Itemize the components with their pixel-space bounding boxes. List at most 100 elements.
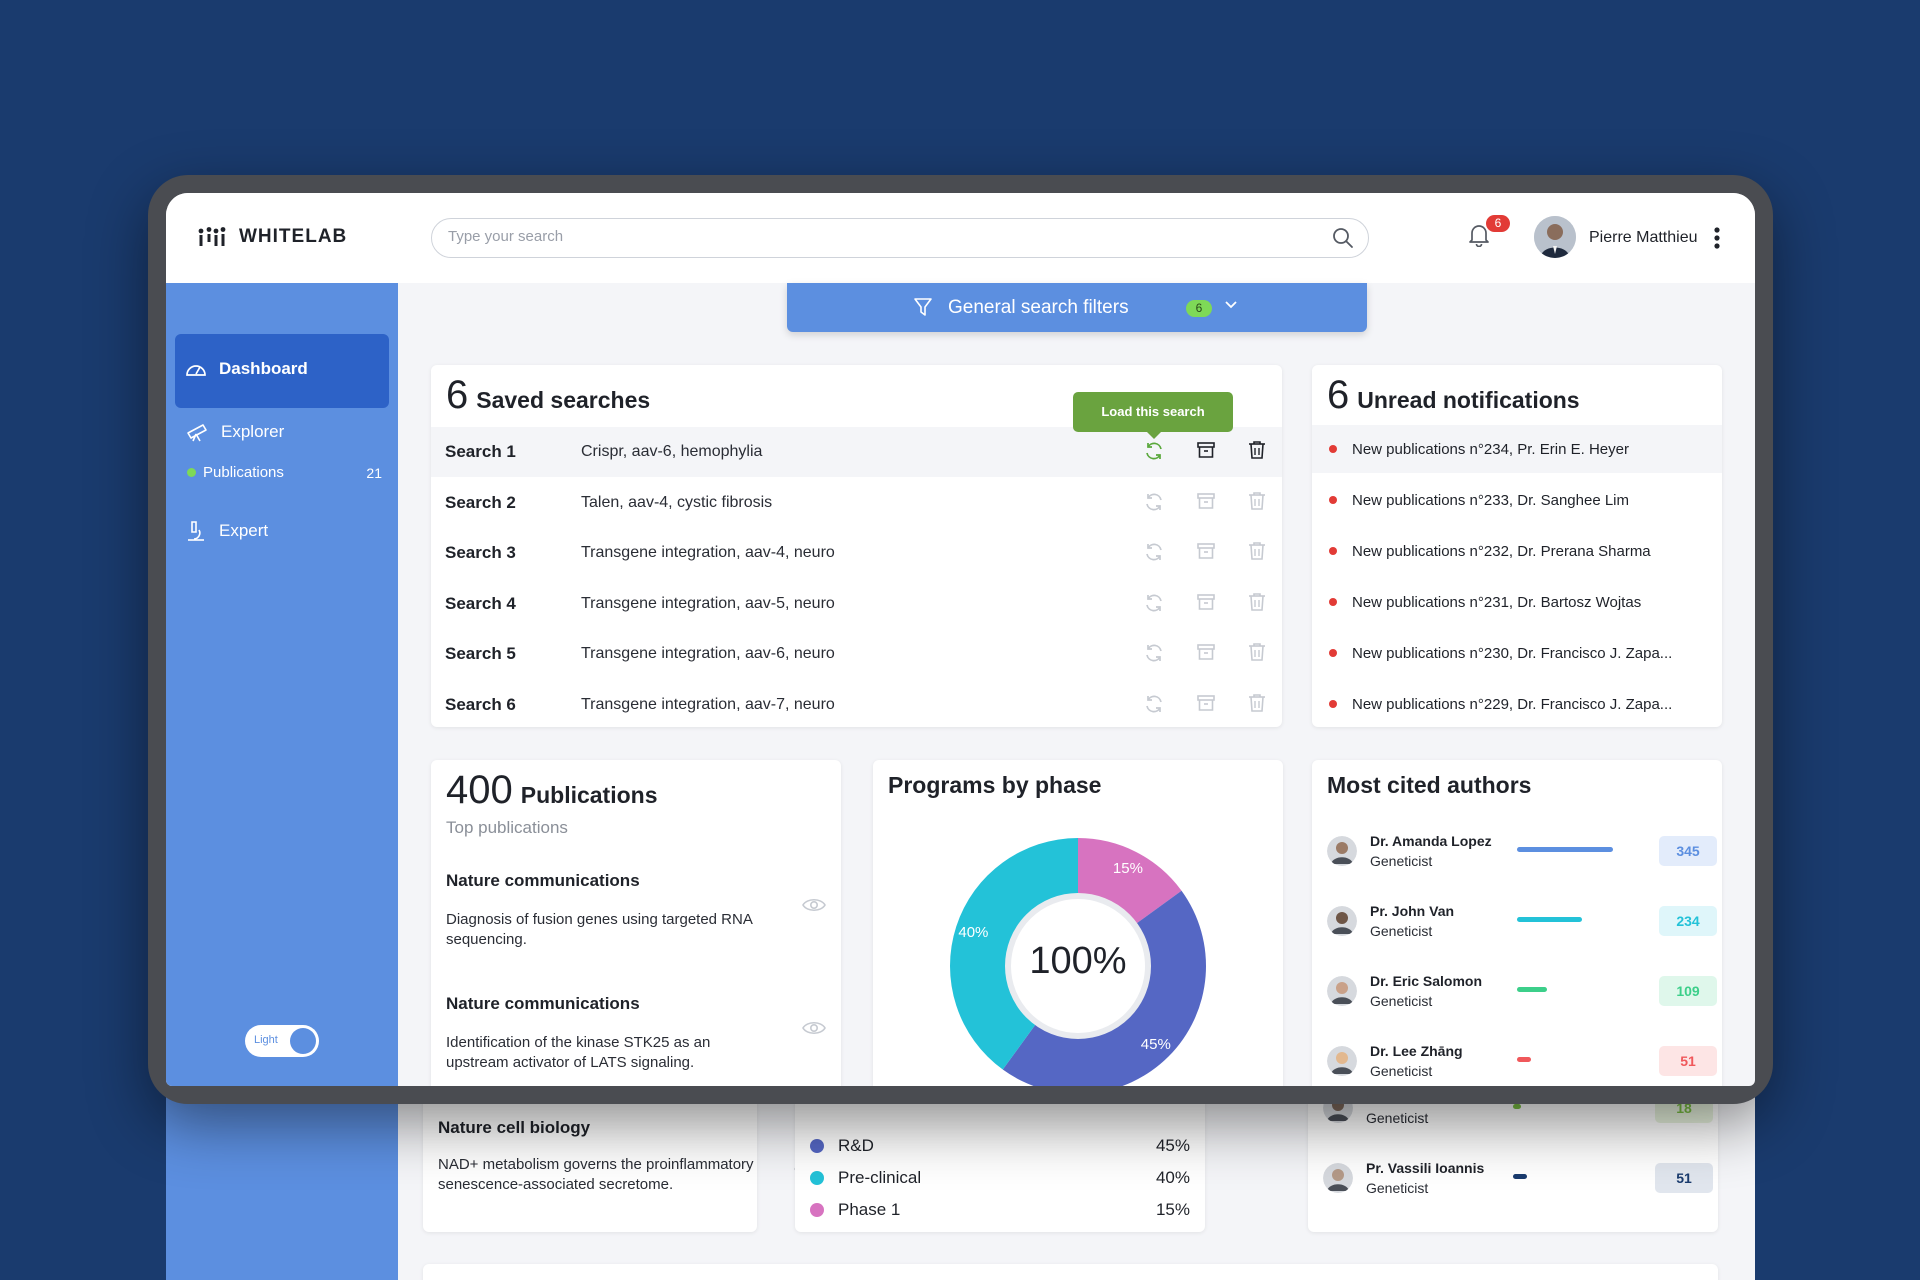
card-title: Publications [520,782,658,808]
sidebar-item-label: Explorer [221,422,285,441]
card-subtitle: Top publications [446,818,568,837]
unread-dot [1329,445,1337,453]
unread-dot [1329,496,1337,504]
notification-text: New publications n°230, Dr. Francisco J.… [1352,644,1673,662]
legend-dot [810,1171,824,1185]
search-bar [431,218,1369,258]
archive-icon[interactable] [1196,491,1216,511]
publications-count: 400 [446,768,513,812]
author-row[interactable]: Pr. John Van Geneticist 234 [1327,903,1717,943]
card-header: 6 Saved searches [446,373,650,418]
sidebar-item-explorer[interactable]: Explorer [185,422,284,442]
sidebar-item-expert[interactable]: Expert [185,520,268,542]
publication-title[interactable]: NAD+ metabolism governs the proinflammat… [438,1155,758,1195]
notification-item[interactable]: New publications n°232, Dr. Prerana Shar… [1312,527,1722,575]
refresh-icon[interactable] [1143,693,1165,715]
notifications-card: 6 Unread notifications New publications … [1312,365,1722,727]
logo[interactable]: WHITELAB [197,226,347,248]
publication-title[interactable]: Diagnosis of fusion genes using targeted… [446,910,766,950]
saved-search-row[interactable]: Search 2 Talen, aav-4, cystic fibrosis [431,478,1282,528]
user-name[interactable]: Pierre Matthieu [1589,229,1698,247]
eye-icon[interactable] [802,897,826,913]
search-name: Search 1 [445,442,516,461]
logo-icon [198,227,226,246]
status-dot [187,468,196,477]
trash-icon[interactable] [1248,693,1266,713]
search-icon[interactable] [1332,227,1354,249]
author-role: Geneticist [1370,993,1433,1009]
notification-item[interactable]: New publications n°231, Dr. Bartosz Wojt… [1312,578,1722,626]
authors-card: Most cited authors Dr. Amanda Lopez Genet… [1312,760,1722,1086]
programs-card: Programs by phase 15% 45% 40% 100% [873,760,1283,1086]
notification-item[interactable]: New publications n°229, Dr. Francisco J.… [1312,680,1722,728]
refresh-icon[interactable] [1143,541,1165,563]
refresh-icon[interactable] [1143,642,1165,664]
author-row[interactable]: Pr. Vassili Ioannis Geneticist 51 [1323,1160,1713,1200]
search-terms: Transgene integration, aav-7, neuro [581,696,835,713]
card-title: Most cited authors [1327,772,1532,798]
trash-icon[interactable] [1248,642,1266,662]
legend-item-preclinical: Pre-clinical 40% [810,1166,1190,1190]
donut-segment-label: 45% [1141,1036,1171,1053]
author-avatar-icon [1327,836,1357,866]
donut-segment-label: 40% [958,924,988,941]
legend-dot [810,1203,824,1217]
search-input[interactable] [448,228,1308,245]
search-name: Search 2 [445,492,516,512]
refresh-icon[interactable] [1143,491,1165,513]
saved-searches-card: 6 Saved searches Search 1 Crispr, aav-6, … [431,365,1282,727]
legend-item-phase1: Phase 1 15% [810,1198,1190,1222]
avatar[interactable] [1534,216,1576,258]
citation-bar [1513,1104,1521,1109]
archive-icon[interactable] [1196,440,1216,460]
saved-search-row[interactable]: Search 6 Transgene integration, aav-7, ne… [431,680,1282,730]
trash-icon[interactable] [1248,440,1266,460]
archive-icon[interactable] [1196,642,1216,662]
trash-icon[interactable] [1248,592,1266,612]
notifications-count: 6 [1327,373,1350,417]
archive-icon[interactable] [1196,693,1216,713]
saved-search-row[interactable]: Search 5 Transgene integration, aav-6, ne… [431,629,1282,679]
notification-item[interactable]: New publications n°230, Dr. Francisco J.… [1312,629,1722,677]
saved-search-row[interactable]: Search 3 Transgene integration, aav-4, ne… [431,528,1282,578]
archive-icon[interactable] [1196,541,1216,561]
legend-value: 40% [1155,1168,1190,1187]
refresh-icon[interactable] [1143,592,1165,614]
author-name: Dr. Amanda Lopez [1370,833,1492,849]
author-row[interactable]: Dr. Amanda Lopez Geneticist 345 [1327,833,1717,873]
load-search-tooltip: Load this search [1073,392,1233,439]
notification-item[interactable]: New publications n°234, Pr. Erin E. Heye… [1312,425,1722,473]
logo-text: WHITELAB [239,226,348,247]
search-terms: Transgene integration, aav-5, neuro [581,594,835,612]
trash-icon[interactable] [1248,491,1266,511]
theme-toggle[interactable]: Light [245,1025,319,1057]
sidebar-subitem-publications[interactable]: Publications 21 [187,464,382,481]
sidebar-item-dashboard-content[interactable]: Dashboard [185,359,308,379]
citation-count: 109 [1659,976,1717,1006]
sidebar-item-label: Dashboard [219,359,308,378]
saved-search-row[interactable]: Search 4 Transgene integration, aav-5, ne… [431,579,1282,629]
sidebar-item-label: Expert [219,521,269,540]
citation-bar [1517,917,1582,922]
eye-icon[interactable] [802,1020,826,1036]
notification-badge: 6 [1486,215,1510,232]
archive-icon[interactable] [1196,592,1216,612]
author-row[interactable]: Dr. Lee Zhāng Geneticist 51 [1327,1043,1717,1083]
notification-item[interactable]: New publications n°233, Dr. Sanghee Lim [1312,476,1722,524]
card-header: 6 Unread notifications [1327,373,1580,418]
citation-count: 234 [1659,906,1717,936]
telescope-icon [187,424,207,442]
filter-icon [914,298,932,316]
general-search-filters[interactable]: General search filters 6 [787,283,1367,332]
notification-text: New publications n°231, Dr. Bartosz Wojt… [1352,593,1642,611]
unread-dot [1329,700,1337,708]
author-row[interactable]: Dr. Eric Salomon Geneticist 109 [1327,973,1717,1013]
author-role: Geneticist [1366,1180,1429,1196]
legend-label: Phase 1 [838,1200,901,1219]
author-name: Pr. John Van [1370,903,1455,919]
more-options-icon[interactable] [1714,227,1720,249]
trash-icon[interactable] [1248,541,1266,561]
card-title: Saved searches [476,387,651,413]
publication-title[interactable]: Identification of the kinase STK25 as an… [446,1033,766,1073]
refresh-icon[interactable] [1143,440,1165,462]
